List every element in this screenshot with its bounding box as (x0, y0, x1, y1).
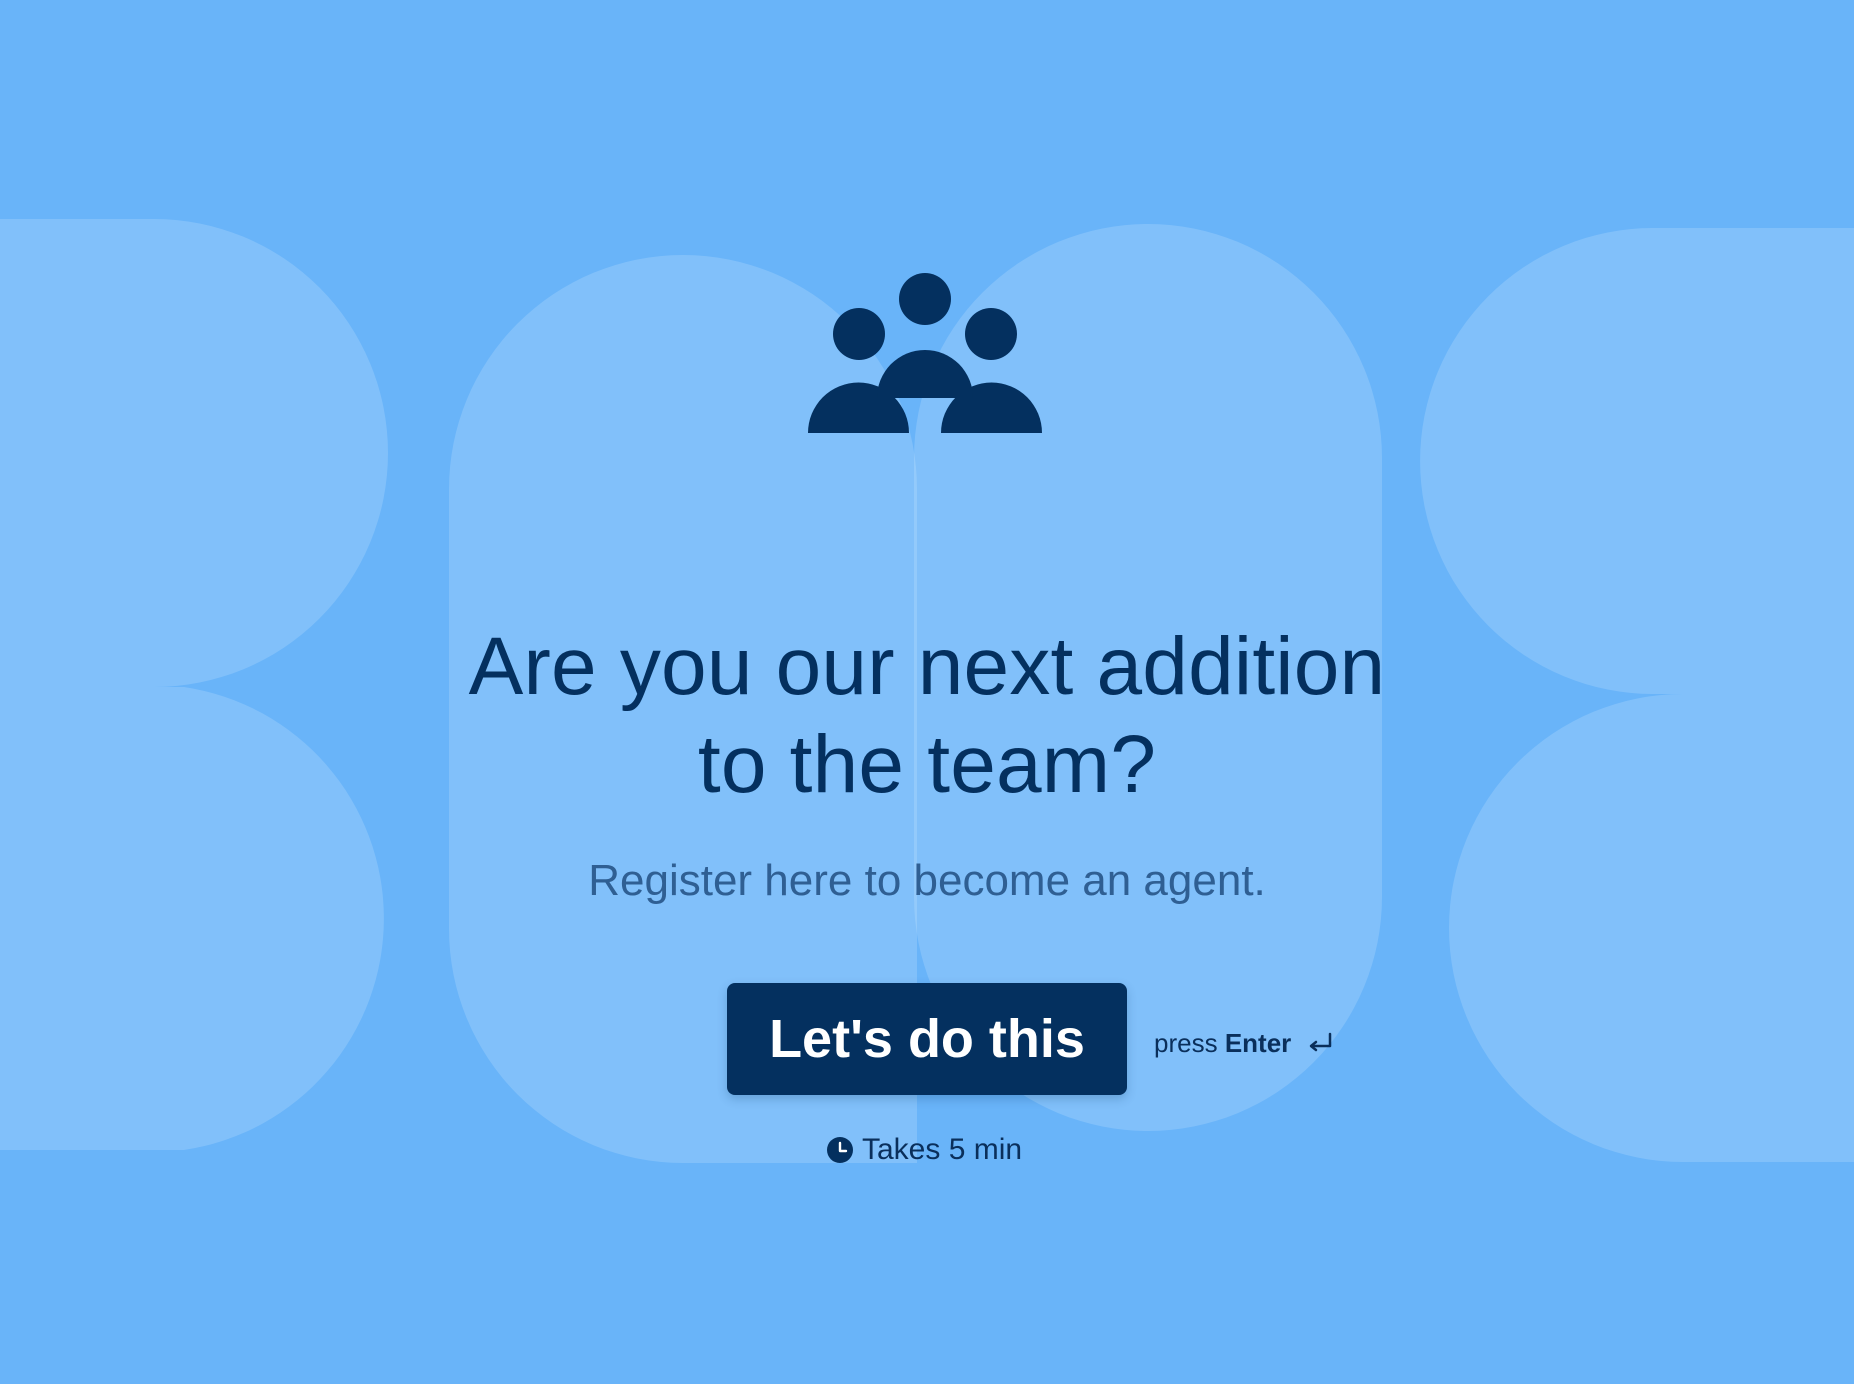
clock-icon (827, 1137, 853, 1163)
start-button[interactable]: Let's do this (727, 983, 1127, 1095)
headline-line-1: Are you our next addition (468, 621, 1386, 712)
enter-key-label: Enter (1224, 1028, 1292, 1058)
enter-hint-prefix: press (1154, 1028, 1218, 1058)
headline-line-2: to the team? (697, 719, 1157, 810)
team-icon (808, 273, 1042, 433)
welcome-screen: Are you our next addition to the team? R… (0, 0, 1854, 1384)
enter-hint: press Enter (1154, 1025, 1333, 1061)
duration-info: Takes 5 min (826, 1131, 1022, 1169)
subtitle: Register here to become an agent. (588, 856, 1266, 905)
page-title: Are you our next addition to the team? (427, 618, 1427, 814)
duration-label: Takes 5 min (862, 1133, 1023, 1166)
return-icon (1309, 1032, 1331, 1052)
intro-content: Are you our next addition to the team? R… (0, 0, 1854, 1384)
